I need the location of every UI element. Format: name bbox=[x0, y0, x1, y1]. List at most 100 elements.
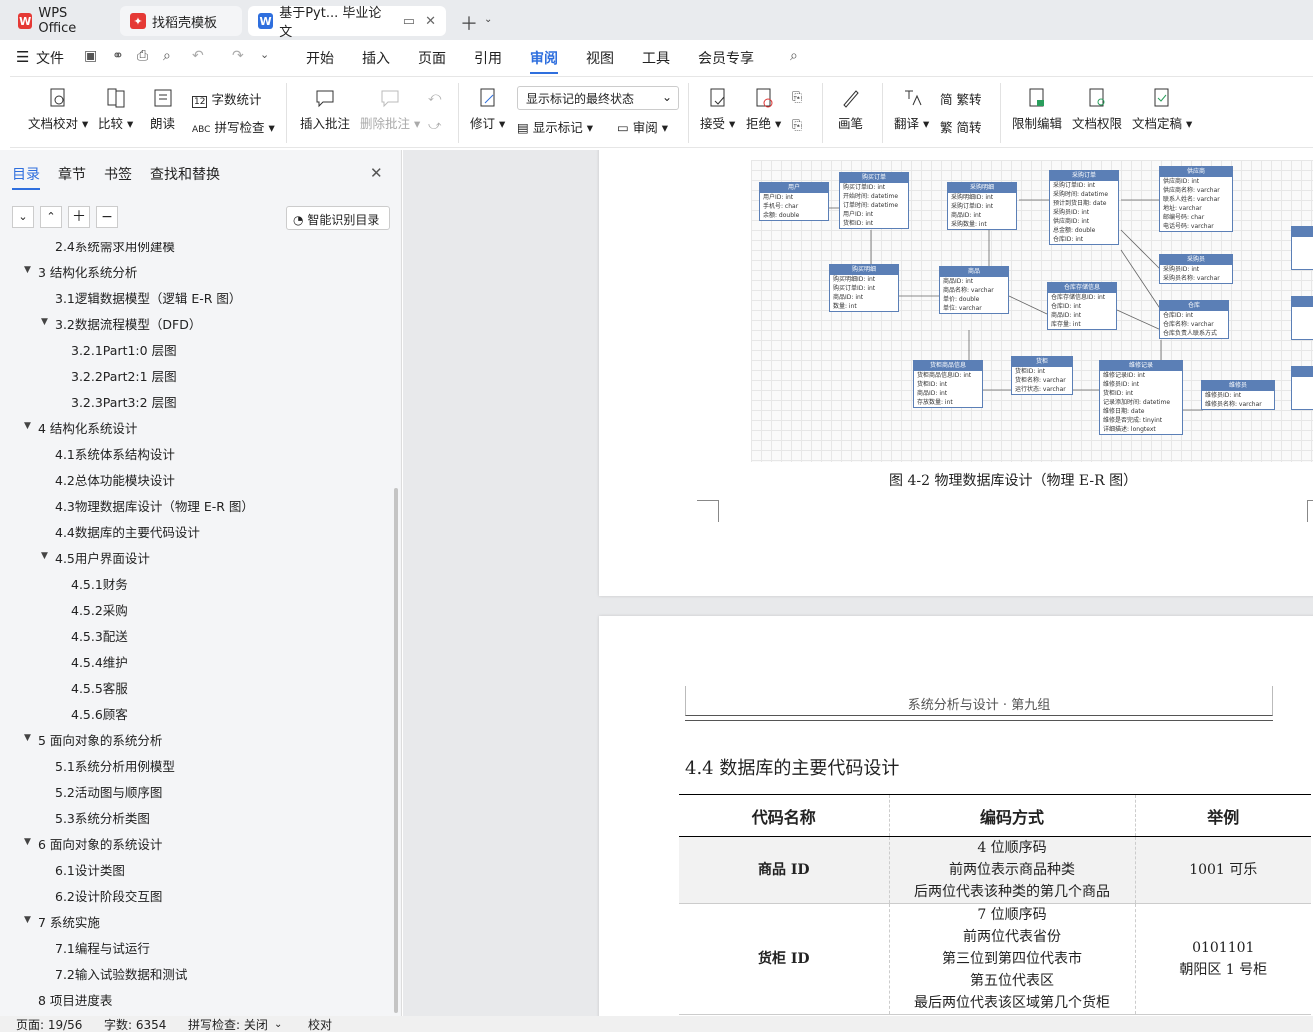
close-pane-icon[interactable]: ✕ bbox=[370, 164, 383, 182]
menu-3[interactable]: 引用 bbox=[474, 48, 502, 68]
to-simplified-button[interactable]: 繁 简转 bbox=[940, 117, 982, 136]
undo-icon[interactable]: ↶ bbox=[192, 48, 204, 64]
toc-item[interactable]: 4.2总体功能模块设计 bbox=[55, 470, 175, 489]
restrict-edit-button[interactable]: 限制编辑 bbox=[1012, 87, 1062, 132]
tab-wps-office[interactable]: W WPS Office bbox=[8, 6, 112, 36]
toc-item[interactable]: 3.2数据流程模型（DFD） bbox=[55, 314, 201, 333]
page-indicator[interactable]: 页面: 19/56 bbox=[16, 1016, 82, 1033]
toc-item[interactable]: 3.2.2Part2:1 层图 bbox=[71, 366, 177, 385]
delete-comment-button[interactable]: 删除批注 ▾ bbox=[360, 87, 420, 132]
toc-item[interactable]: 4.1系统体系结构设计 bbox=[55, 444, 175, 463]
tab-document[interactable]: W 基于Pyt... 毕业论文 ▭ ✕ bbox=[248, 6, 446, 40]
review-pane-button[interactable]: ▭ 审阅 ▾ bbox=[617, 117, 668, 136]
toc-item[interactable]: 5.1系统分析用例模型 bbox=[55, 756, 175, 775]
toc-item[interactable]: 5 面向对象的系统分析 bbox=[38, 730, 162, 749]
toc-item[interactable]: 4.5.5客服 bbox=[71, 678, 128, 697]
expand-arrow-icon[interactable]: ▼ bbox=[41, 317, 48, 327]
show-markup-button[interactable]: ▤ 显示标记 ▾ bbox=[517, 117, 593, 136]
toc-item[interactable]: 7.1编程与试运行 bbox=[55, 938, 150, 957]
sidebar-scrollbar[interactable] bbox=[394, 488, 398, 1013]
expand-arrow-icon[interactable]: ▼ bbox=[24, 915, 31, 925]
menu-2[interactable]: 页面 bbox=[418, 48, 446, 68]
read-aloud-button[interactable]: 朗读 bbox=[150, 87, 175, 132]
to-traditional-button[interactable]: 简 繁转 bbox=[940, 89, 982, 108]
menu-0[interactable]: 开始 bbox=[306, 48, 334, 68]
translate-button[interactable]: 翻译 ▾ bbox=[894, 87, 929, 132]
restore-window-icon[interactable]: ▭ bbox=[403, 14, 415, 29]
toc-item[interactable]: 4.5.6顾客 bbox=[71, 704, 128, 723]
new-tab-icon[interactable]: ＋ bbox=[460, 10, 478, 36]
tab-bookmarks[interactable]: 书签 bbox=[104, 164, 132, 190]
print-icon[interactable]: ⎙ bbox=[137, 48, 148, 64]
menu-4[interactable]: 审阅 bbox=[530, 48, 558, 74]
remove-heading-icon[interactable]: − bbox=[96, 206, 118, 228]
next-change-icon[interactable]: ⎘ bbox=[792, 117, 802, 133]
toc-item[interactable]: 4.5用户界面设计 bbox=[55, 548, 150, 567]
redo-icon[interactable]: ↷ bbox=[232, 48, 244, 64]
proof-status[interactable]: 校对 bbox=[308, 1016, 332, 1033]
doc-permission-button[interactable]: 文档权限 bbox=[1072, 87, 1122, 132]
finalize-button[interactable]: 文档定稿 ▾ bbox=[1132, 87, 1192, 132]
expand-arrow-icon[interactable]: ▼ bbox=[24, 421, 31, 431]
expand-arrow-icon[interactable]: ▼ bbox=[24, 733, 31, 743]
toc-item[interactable]: 4 结构化系统设计 bbox=[38, 418, 137, 437]
menu-1[interactable]: 插入 bbox=[362, 48, 390, 68]
toc-item[interactable]: 4.5.4维护 bbox=[71, 652, 128, 671]
menu-6[interactable]: 工具 bbox=[642, 48, 670, 68]
toc-item[interactable]: 5.3系统分析类图 bbox=[55, 808, 150, 827]
toc-item[interactable]: 2.4系统需求用例建模 bbox=[55, 242, 175, 255]
prev-change-icon[interactable]: ⎘ bbox=[792, 89, 802, 105]
toc-item[interactable]: 6.2设计阶段交互图 bbox=[55, 886, 162, 905]
toc-item[interactable]: 7.2输入试验数据和测试 bbox=[55, 964, 187, 983]
toc-item[interactable]: 3 结构化系统分析 bbox=[38, 262, 137, 281]
reject-button[interactable]: 拒绝 ▾ bbox=[746, 87, 781, 132]
prev-comment-icon[interactable]: ⤺ bbox=[428, 89, 441, 105]
menu-file[interactable]: 文件 bbox=[36, 48, 64, 68]
tab-template[interactable]: ✦ 找稻壳模板 bbox=[120, 6, 242, 36]
toc-item[interactable]: 3.1逻辑数据模型（逻辑 E-R 图） bbox=[55, 288, 241, 307]
toc-item[interactable]: 5.2活动图与顺序图 bbox=[55, 782, 162, 801]
toc-item[interactable]: 4.5.1财务 bbox=[71, 574, 128, 593]
tab-find-replace[interactable]: 查找和替换 bbox=[150, 164, 220, 190]
expand-arrow-icon[interactable]: ▼ bbox=[24, 837, 31, 847]
toc-item[interactable]: 4.5.3配送 bbox=[71, 626, 128, 645]
compare-button[interactable]: 比较 ▾ bbox=[98, 87, 133, 132]
word-count-button[interactable]: 12 字数统计 bbox=[192, 89, 261, 108]
menu-5[interactable]: 视图 bbox=[586, 48, 614, 68]
revise-button[interactable]: 修订 ▾ bbox=[470, 87, 505, 132]
toc-item[interactable]: 3.2.1Part1:0 层图 bbox=[71, 340, 177, 359]
chevron-down-icon[interactable]: ⌄ bbox=[484, 14, 492, 25]
toc-item[interactable]: 6 面向对象的系统设计 bbox=[38, 834, 162, 853]
spell-check-button[interactable]: ABC 拼写检查 ▾ bbox=[192, 117, 275, 136]
toc-item[interactable]: 3.2.3Part3:2 层图 bbox=[71, 392, 177, 411]
spell-status[interactable]: 拼写检查: 关闭 bbox=[188, 1016, 268, 1033]
toc-item[interactable]: 4.5.2采购 bbox=[71, 600, 128, 619]
save-icon[interactable]: ▣ bbox=[84, 48, 97, 64]
toc-item[interactable]: 4.3物理数据库设计（物理 E-R 图） bbox=[55, 496, 254, 515]
word-count-status[interactable]: 字数: 6354 bbox=[104, 1016, 166, 1033]
insert-comment-button[interactable]: 插入批注 bbox=[300, 87, 350, 132]
toc-item[interactable]: 8 项目进度表 bbox=[38, 990, 112, 1009]
expand-up-icon[interactable]: ⌃ bbox=[40, 206, 62, 228]
close-tab-icon[interactable]: ✕ bbox=[425, 14, 436, 29]
collapse-all-icon[interactable]: ⌄ bbox=[12, 206, 34, 228]
tab-toc[interactable]: 目录 bbox=[12, 164, 40, 190]
toc-item[interactable]: 4.4数据库的主要代码设计 bbox=[55, 522, 200, 541]
print-preview-icon[interactable]: ⌕ bbox=[163, 48, 171, 64]
link-icon[interactable]: ⚭ bbox=[112, 48, 124, 64]
toc-item[interactable]: 7 系统实施 bbox=[38, 912, 100, 931]
hamburger-icon[interactable]: ☰ bbox=[16, 48, 29, 66]
markup-state-select[interactable]: 显示标记的最终状态 ⌄ bbox=[517, 86, 679, 110]
search-icon[interactable]: ⌕ bbox=[790, 48, 798, 64]
next-comment-icon[interactable]: ⤻ bbox=[428, 117, 441, 133]
menu-7[interactable]: 会员专享 bbox=[698, 48, 754, 68]
toc-item[interactable]: 6.1设计类图 bbox=[55, 860, 125, 879]
expand-arrow-icon[interactable]: ▼ bbox=[24, 265, 31, 275]
doc-check-button[interactable]: 文档校对 ▾ bbox=[28, 87, 88, 132]
pen-button[interactable]: 画笔 bbox=[838, 87, 863, 132]
expand-arrow-icon[interactable]: ▼ bbox=[41, 551, 48, 561]
more-chevron-icon[interactable]: ⌄ bbox=[260, 48, 269, 61]
add-heading-icon[interactable]: ＋ bbox=[68, 206, 90, 228]
tab-chapters[interactable]: 章节 bbox=[58, 164, 86, 190]
accept-button[interactable]: 接受 ▾ bbox=[700, 87, 735, 132]
